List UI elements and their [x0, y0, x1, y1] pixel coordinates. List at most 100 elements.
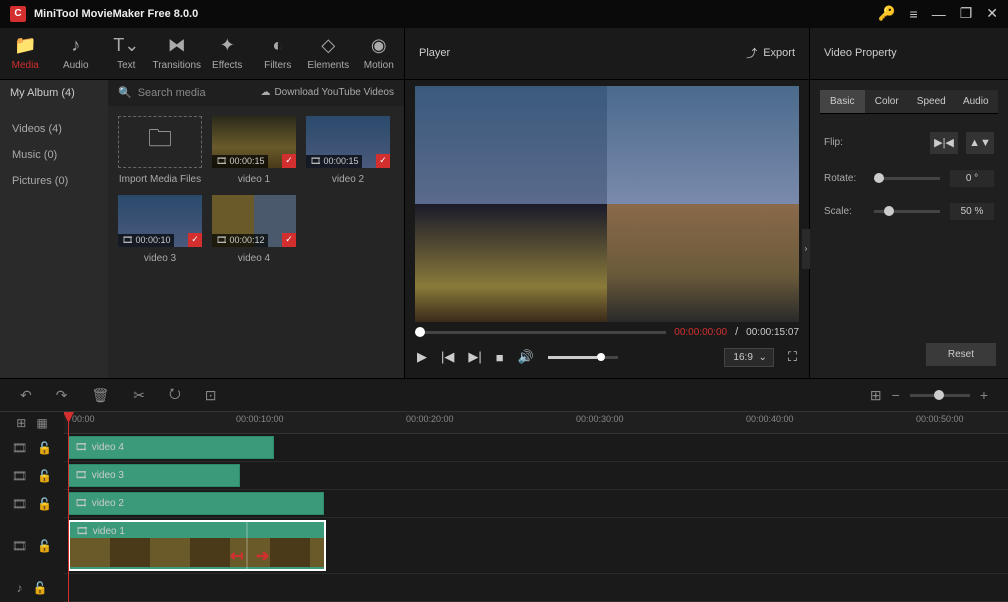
video-property-title: Video Property — [824, 47, 897, 59]
media-item-video1[interactable]: 🎞00:00:15 ✓ video 1 — [212, 116, 296, 185]
video-track-icon[interactable]: 🎞 — [12, 469, 27, 483]
search-media-input[interactable]: 🔍 Search media — [118, 86, 206, 99]
tab-effects[interactable]: ✦ Effects — [202, 28, 253, 79]
next-frame-button[interactable]: ▶| — [468, 349, 481, 365]
speed-button[interactable]: ⭮ — [169, 383, 181, 407]
rotate-value[interactable]: 0 ° — [950, 170, 994, 187]
media-item-video3[interactable]: 🎞00:00:10 ✓ video 3 — [118, 195, 202, 264]
scale-label: Scale: — [824, 206, 864, 217]
hamburger-menu-icon[interactable]: ≡ — [910, 6, 918, 22]
timeline-ruler[interactable]: 00:00 00:00:10:00 00:00:20:00 00:00:30:0… — [64, 412, 1008, 434]
lock-icon[interactable]: 🔓 — [37, 469, 52, 483]
trim-arrow-left-icon: ↤ — [230, 546, 243, 566]
lock-icon[interactable]: 🔓 — [33, 581, 48, 595]
media-item-video4[interactable]: 🎞00:00:12 ✓ video 4 — [212, 195, 296, 264]
track-options-button[interactable]: ▦ — [36, 416, 47, 430]
volume-slider[interactable] — [548, 356, 618, 359]
flip-horizontal-button[interactable]: ▶|◀ — [930, 132, 958, 154]
music-note-icon: ♪ — [71, 35, 80, 56]
video-track-4[interactable]: 🎞video 4 — [64, 434, 1008, 462]
undo-button[interactable]: ↶ — [20, 387, 32, 404]
redo-button[interactable]: ↷ — [56, 387, 68, 404]
reset-button[interactable]: Reset — [926, 343, 996, 366]
video-track-2[interactable]: 🎞video 2 — [64, 490, 1008, 518]
app-title: MiniTool MovieMaker Free 8.0.0 — [34, 8, 198, 20]
zoom-in-button[interactable]: + — [980, 387, 988, 403]
clip-video2[interactable]: 🎞video 2 — [68, 492, 324, 515]
video-track-icon[interactable]: 🎞 — [12, 441, 27, 455]
zoom-fit-button[interactable]: ⊞ — [870, 387, 882, 404]
zoom-out-button[interactable]: − — [892, 387, 900, 403]
aspect-ratio-select[interactable]: 16:9 ⌄ — [724, 348, 773, 367]
prop-tab-color[interactable]: Color — [865, 90, 910, 113]
video-track-icon[interactable]: 🎞 — [12, 497, 27, 511]
film-icon: 🎞 — [216, 156, 227, 167]
lock-icon[interactable]: 🔓 — [37, 441, 52, 455]
rotate-slider[interactable] — [874, 177, 940, 180]
player-panel: 00:00:00:00 / 00:00:15:07 ▶ |◀ ▶| ■ 🔊 16… — [405, 80, 810, 379]
tab-filters[interactable]: ◐ Filters — [253, 28, 304, 79]
elements-icon: ◇ — [321, 35, 335, 56]
tab-transitions[interactable]: ⧓ Transitions — [152, 28, 203, 79]
stop-button[interactable]: ■ — [496, 350, 504, 365]
split-button[interactable]: ✂ — [133, 387, 145, 404]
clip-video4[interactable]: 🎞video 4 — [68, 436, 274, 459]
upgrade-key-icon[interactable]: 🔑 — [878, 5, 895, 22]
clip-video1[interactable]: 🎞video 1 ↤ ➔ — [68, 520, 326, 571]
zoom-slider[interactable] — [910, 394, 970, 397]
flip-vertical-button[interactable]: ▲▼ — [966, 132, 994, 154]
split-handle[interactable] — [246, 522, 248, 569]
tab-media[interactable]: 📁 Media — [0, 28, 51, 79]
video-track-3[interactable]: 🎞video 3 — [64, 462, 1008, 490]
play-button[interactable]: ▶ — [417, 349, 427, 365]
volume-icon[interactable]: 🔊 — [518, 349, 534, 365]
time-current: 00:00:00:00 — [674, 327, 727, 338]
player-canvas[interactable] — [415, 86, 799, 323]
prev-frame-button[interactable]: |◀ — [441, 349, 454, 365]
main-toolbar: 📁 Media ♪ Audio T⌄ Text ⧓ Transitions ✦ … — [0, 28, 1008, 80]
download-youtube-link[interactable]: ☁ Download YouTube Videos — [260, 87, 394, 98]
collapse-panel-button[interactable]: › — [802, 229, 810, 269]
media-item-video2[interactable]: 🎞00:00:15 ✓ video 2 — [306, 116, 390, 185]
film-icon: 🎞 — [76, 526, 89, 537]
app-logo: C — [10, 6, 26, 22]
scale-value[interactable]: 50 % — [950, 203, 994, 220]
tab-text[interactable]: T⌄ Text — [101, 28, 152, 79]
timeline-toolbar: ↶ ↷ 🗑 ✂ ⭮ ⊡ ⊞ − + — [0, 378, 1008, 412]
seek-slider[interactable] — [415, 331, 666, 334]
crop-button[interactable]: ⊡ — [205, 387, 217, 404]
lock-icon[interactable]: 🔓 — [37, 497, 52, 511]
add-track-button[interactable]: ⊞ — [16, 416, 26, 430]
scale-slider[interactable] — [874, 210, 940, 213]
lock-icon[interactable]: 🔓 — [37, 539, 52, 553]
film-icon: 🎞 — [310, 156, 321, 167]
filters-icon: ◐ — [272, 35, 283, 56]
prop-tab-basic[interactable]: Basic — [820, 90, 865, 113]
my-album-tab[interactable]: My Album (4) — [0, 80, 108, 106]
audio-track[interactable] — [64, 574, 1008, 602]
sidebar-item-pictures[interactable]: Pictures (0) — [0, 168, 108, 194]
import-media-button[interactable]: 🗀 Import Media Files — [118, 116, 202, 185]
video-track-icon[interactable]: 🎞 — [12, 539, 27, 553]
check-icon: ✓ — [282, 233, 296, 247]
tab-elements[interactable]: ◇ Elements — [303, 28, 354, 79]
audio-track-icon[interactable]: ♪ — [17, 581, 23, 595]
export-button[interactable]: ⤴ Export — [746, 45, 795, 61]
film-icon: 🎞 — [122, 235, 133, 246]
check-icon: ✓ — [282, 154, 296, 168]
film-icon: 🎞 — [75, 498, 88, 509]
prop-tab-audio[interactable]: Audio — [954, 90, 999, 113]
clip-video3[interactable]: 🎞video 3 — [68, 464, 240, 487]
tab-audio[interactable]: ♪ Audio — [51, 28, 102, 79]
playhead[interactable] — [68, 412, 69, 602]
maximize-icon[interactable]: ❐ — [960, 5, 973, 22]
prop-tab-speed[interactable]: Speed — [909, 90, 954, 113]
minimize-icon[interactable]: — — [932, 6, 946, 22]
video-track-1[interactable]: 🎞video 1 ↤ ➔ — [64, 518, 1008, 574]
close-icon[interactable]: ✕ — [986, 5, 998, 22]
sidebar-item-videos[interactable]: Videos (4) — [0, 116, 108, 142]
delete-button[interactable]: 🗑 — [91, 387, 109, 404]
sidebar-item-music[interactable]: Music (0) — [0, 142, 108, 168]
fullscreen-button[interactable]: ⛶ — [788, 349, 797, 365]
tab-motion[interactable]: ◉ Motion — [354, 28, 405, 79]
